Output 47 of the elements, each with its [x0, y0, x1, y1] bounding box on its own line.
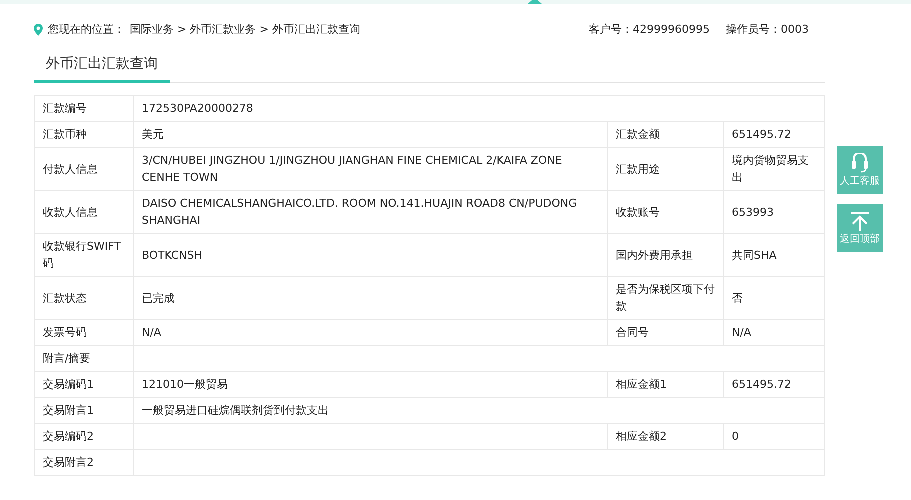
breadcrumb-label: 您现在的位置：	[48, 22, 125, 37]
field-value: N/A	[724, 320, 824, 346]
field-label: 交易附言2	[34, 450, 134, 476]
field-value: 一般贸易进口硅烷偶联剂货到付款支出	[134, 398, 824, 424]
field-label: 相应金额2	[608, 424, 724, 450]
field-value: N/A	[134, 320, 608, 346]
field-value: 否	[724, 276, 824, 320]
field-value: 172530PA20000278	[134, 96, 824, 122]
field-label: 收款账号	[608, 190, 724, 234]
field-label: 相应金额1	[608, 372, 724, 398]
location-pin-icon	[34, 24, 43, 36]
field-value: 651495.72	[724, 372, 824, 398]
field-label: 汇款金额	[608, 122, 724, 148]
field-label: 交易编码2	[34, 424, 134, 450]
field-label: 发票号码	[34, 320, 134, 346]
field-label: 汇款状态	[34, 276, 134, 320]
field-value: 0	[724, 424, 824, 450]
field-value: 121010一般贸易	[134, 372, 608, 398]
field-label: 汇款编号	[34, 96, 134, 122]
customer-number: 客户号：42999960995	[589, 22, 710, 37]
field-value: 美元	[134, 122, 608, 148]
field-label: 交易附言1	[34, 398, 134, 424]
back-to-top-button[interactable]: 返回顶部	[837, 204, 883, 252]
field-value: DAISO CHEMICALSHANGHAICO.LTD. ROOM NO.141.HUAJIN ROAD8 CN/PUDONG SHANGHAI	[134, 190, 608, 234]
arrow-up-icon	[850, 211, 870, 231]
field-value: 境内货物贸易支出	[724, 148, 824, 190]
operator-number: 操作员号：0003	[726, 22, 809, 37]
field-label: 合同号	[608, 320, 724, 346]
field-label: 是否为保税区项下付款	[608, 276, 724, 320]
field-label: 汇款用途	[608, 148, 724, 190]
breadcrumb-path: 国际业务 > 外币汇款业务 > 外币汇出汇款查询	[130, 22, 360, 37]
field-value: 3/CN/HUBEI JINGZHOU 1/JINGZHOU JIANGHAN FINE CHEMICAL 2/KAIFA ZONE CENHE TOWN	[134, 148, 608, 190]
field-label: 收款银行SWIFT码	[34, 234, 134, 276]
field-label: 收款人信息	[34, 190, 134, 234]
field-value: BOTKCNSH	[134, 234, 608, 276]
headset-icon	[851, 153, 869, 173]
field-value: 共同SHA	[724, 234, 824, 276]
tab[interactable]: 外币汇出汇款查询	[34, 49, 170, 83]
field-value: 已完成	[134, 276, 608, 320]
field-value: 651495.72	[724, 122, 824, 148]
field-label: 付款人信息	[34, 148, 134, 190]
field-label: 汇款币种	[34, 122, 134, 148]
field-label: 附言/摘要	[34, 346, 134, 372]
customer-service-button[interactable]: 人工客服	[837, 146, 883, 194]
field-label: 国内外费用承担	[608, 234, 724, 276]
field-value: 653993	[724, 190, 824, 234]
field-label: 交易编码1	[34, 372, 134, 398]
